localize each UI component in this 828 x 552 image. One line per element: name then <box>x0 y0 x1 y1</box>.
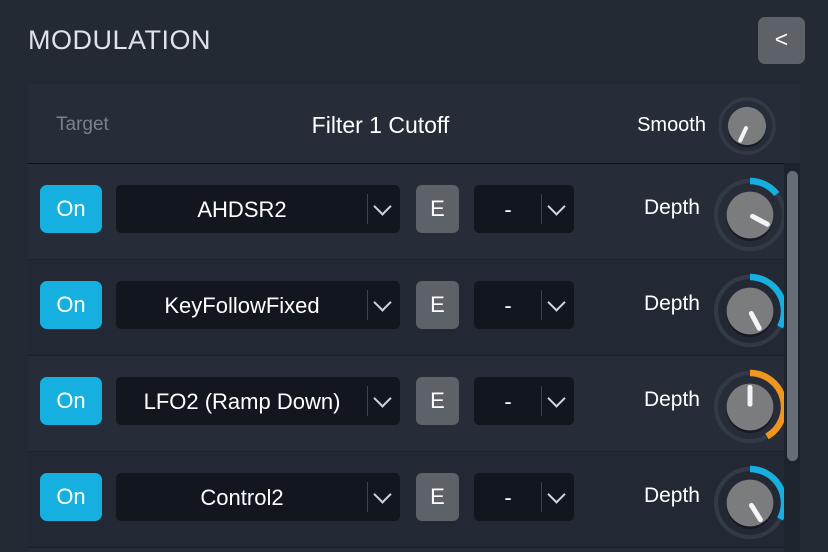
depth-label: Depth <box>643 388 700 411</box>
target-name: Filter 1 Cutoff <box>311 112 450 138</box>
smooth-label: Smooth <box>637 114 706 136</box>
modulation-via-value: - <box>504 485 512 510</box>
chevron-left-icon: < <box>774 26 789 52</box>
modulation-source-select[interactable]: Control2 <box>116 473 400 521</box>
depth-knob[interactable] <box>712 177 788 253</box>
chevron-down-icon <box>374 199 392 217</box>
scrollbar-thumb[interactable] <box>787 171 798 461</box>
edit-source-button[interactable]: E <box>416 473 459 521</box>
target-bar: Target Filter 1 Cutoff Smooth <box>28 84 800 164</box>
modulation-source-value: KeyFollowFixed <box>164 293 320 318</box>
page-title: MODULATION <box>28 25 212 55</box>
chevron-down-icon <box>548 391 566 409</box>
depth-knob[interactable] <box>712 273 788 349</box>
row-enable-label: On <box>56 196 86 221</box>
scrollbar-track[interactable] <box>784 163 800 552</box>
row-enable-toggle[interactable]: On <box>40 473 102 521</box>
select-divider <box>541 386 542 416</box>
select-divider <box>367 482 368 512</box>
depth-label: Depth <box>643 196 700 219</box>
chevron-down-icon <box>548 487 566 505</box>
modulation-via-select[interactable]: - <box>474 281 574 329</box>
modulation-rows: On AHDSR2 E - Depth On KeyFollowFixed E <box>28 164 800 552</box>
edit-source-label: E <box>430 292 445 317</box>
chevron-down-icon <box>548 295 566 313</box>
smooth-knob[interactable] <box>716 95 778 157</box>
row-enable-label: On <box>56 484 86 509</box>
modulation-via-value: - <box>504 197 512 222</box>
select-divider <box>541 194 542 224</box>
modulation-panel: MODULATION < Target Filter 1 Cutoff Smoo… <box>0 0 828 552</box>
modulation-via-value: - <box>504 293 512 318</box>
chevron-down-icon <box>374 391 392 409</box>
edit-source-label: E <box>430 484 445 509</box>
edit-source-button[interactable]: E <box>416 281 459 329</box>
depth-label: Depth <box>643 484 700 507</box>
chevron-down-icon <box>548 199 566 217</box>
modulation-row: On KeyFollowFixed E - Depth <box>28 260 800 356</box>
modulation-source-select[interactable]: AHDSR2 <box>116 185 400 233</box>
modulation-source-select[interactable]: KeyFollowFixed <box>116 281 400 329</box>
modulation-row: On Control2 E - Depth <box>28 452 800 548</box>
modulation-list-panel: Target Filter 1 Cutoff Smooth On AHDSR2 … <box>28 84 800 552</box>
modulation-source-value: AHDSR2 <box>197 197 287 222</box>
edit-source-button[interactable]: E <box>416 377 459 425</box>
modulation-row: On LFO2 (Ramp Down) E - Depth <box>28 356 800 452</box>
select-divider <box>367 386 368 416</box>
depth-label: Depth <box>643 292 700 315</box>
row-enable-toggle[interactable]: On <box>40 281 102 329</box>
depth-knob[interactable] <box>712 465 788 541</box>
select-divider <box>367 290 368 320</box>
edit-source-button[interactable]: E <box>416 185 459 233</box>
modulation-source-value: LFO2 (Ramp Down) <box>143 389 341 414</box>
edit-source-label: E <box>430 388 445 413</box>
modulation-via-select[interactable]: - <box>474 473 574 521</box>
select-divider <box>367 194 368 224</box>
titlebar: MODULATION < <box>0 0 828 84</box>
modulation-source-select[interactable]: LFO2 (Ramp Down) <box>116 377 400 425</box>
chevron-down-icon <box>374 295 392 313</box>
row-enable-toggle[interactable]: On <box>40 185 102 233</box>
modulation-via-value: - <box>504 389 512 414</box>
collapse-panel-button[interactable]: < <box>758 17 805 64</box>
depth-knob[interactable] <box>712 369 788 445</box>
modulation-via-select[interactable]: - <box>474 377 574 425</box>
edit-source-label: E <box>430 196 445 221</box>
chevron-down-icon <box>374 487 392 505</box>
select-divider <box>541 482 542 512</box>
row-enable-toggle[interactable]: On <box>40 377 102 425</box>
modulation-source-value: Control2 <box>200 485 284 510</box>
row-enable-label: On <box>56 292 86 317</box>
select-divider <box>541 290 542 320</box>
row-enable-label: On <box>56 388 86 413</box>
modulation-row: On AHDSR2 E - Depth <box>28 164 800 260</box>
modulation-via-select[interactable]: - <box>474 185 574 233</box>
